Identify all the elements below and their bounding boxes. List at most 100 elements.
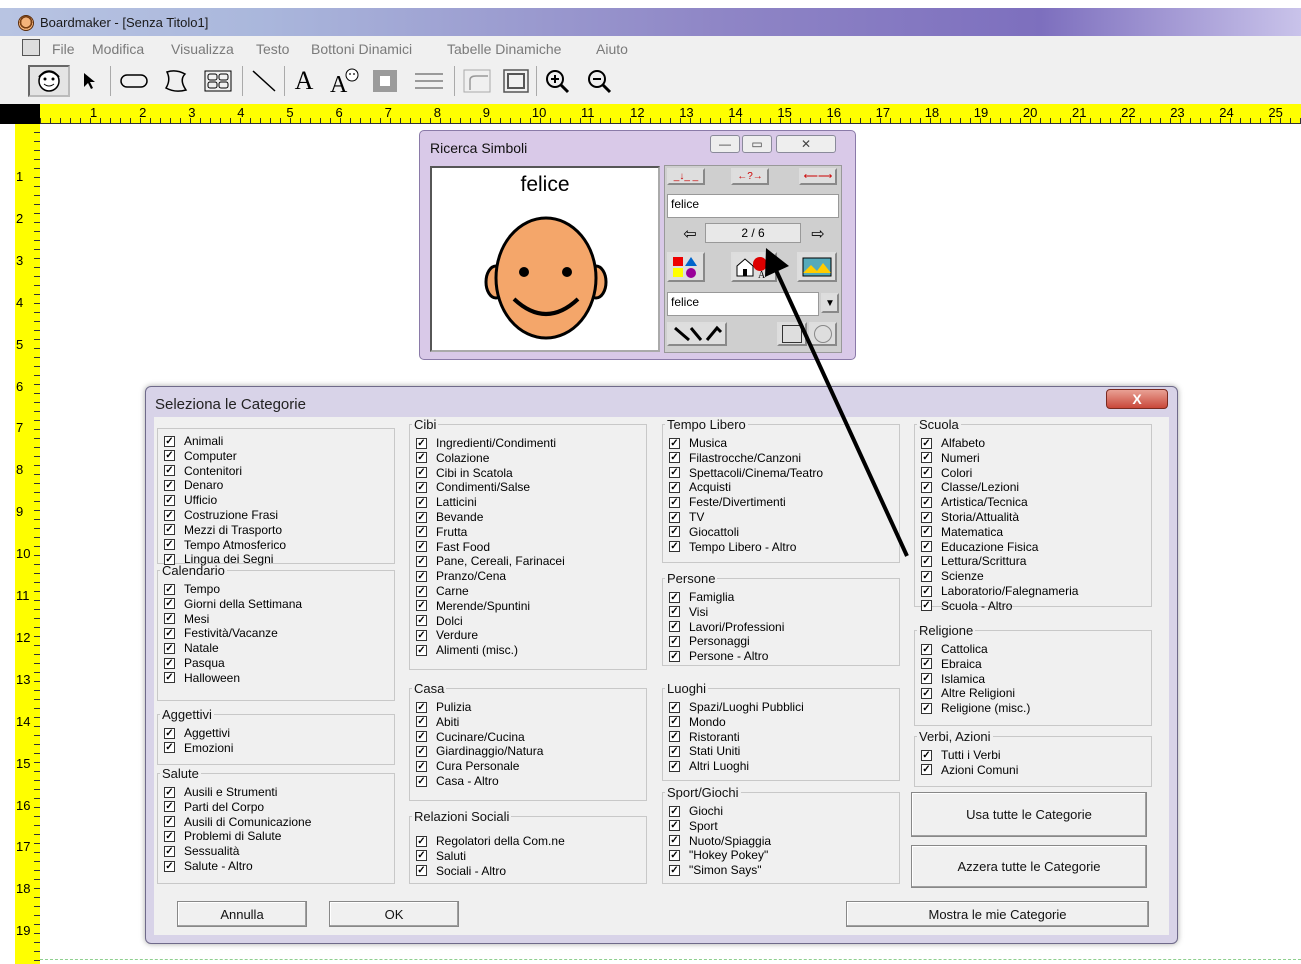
checkmark-icon[interactable]: ✓ [921, 673, 932, 685]
next-symbol-button[interactable]: ⇨ [809, 225, 827, 243]
menu-visualizza[interactable]: Visualizza [171, 41, 234, 57]
category-checkbox[interactable]: ✓ Matematica [921, 525, 1003, 539]
category-checkbox[interactable]: ✓ Islamica [921, 672, 985, 686]
checkmark-icon[interactable]: ✓ [164, 727, 175, 739]
menu-modifica[interactable]: Modifica [92, 41, 144, 57]
checkmark-icon[interactable]: ✓ [164, 450, 175, 462]
checkmark-icon[interactable]: ✓ [921, 585, 932, 597]
checkmark-icon[interactable]: ✓ [669, 760, 680, 772]
checkmark-icon[interactable]: ✓ [669, 650, 680, 662]
checkmark-icon[interactable]: ✓ [416, 452, 427, 464]
category-checkbox[interactable]: ✓ Problemi di Salute [164, 829, 281, 843]
checkmark-icon[interactable]: ✓ [164, 845, 175, 857]
category-checkbox[interactable]: ✓ Cura Personale [416, 759, 519, 773]
category-checkbox[interactable]: ✓ Salute - Altro [164, 859, 253, 873]
category-checkbox[interactable]: ✓ Famiglia [669, 590, 734, 604]
category-checkbox[interactable]: ✓ Scuola - Altro [921, 599, 1012, 613]
symbol-name-field[interactable]: felice [667, 292, 819, 316]
category-checkbox[interactable]: ✓ Verdure [416, 628, 478, 642]
category-checkbox[interactable]: ✓ Colazione [416, 451, 489, 465]
checkmark-icon[interactable]: ✓ [164, 465, 175, 477]
category-checkbox[interactable]: ✓ Artistica/Tecnica [921, 495, 1028, 509]
checkmark-icon[interactable]: ✓ [164, 509, 175, 521]
checkmark-icon[interactable]: ✓ [416, 835, 427, 847]
checkmark-icon[interactable]: ✓ [669, 835, 680, 847]
checkmark-icon[interactable]: ✓ [164, 816, 175, 828]
category-checkbox[interactable]: ✓ Tempo Atmosferico [164, 538, 286, 552]
category-checkbox[interactable]: ✓ Spazi/Luoghi Pubblici [669, 700, 804, 714]
category-checkbox[interactable]: ✓ Classe/Lezioni [921, 480, 1019, 494]
text-tool[interactable]: A [286, 65, 322, 97]
freeform-tool[interactable] [156, 65, 196, 97]
category-checkbox[interactable]: ✓ Saluti [416, 849, 466, 863]
category-checkbox[interactable]: ✓ Dolci [416, 614, 463, 628]
category-checkbox[interactable]: ✓ Personaggi [669, 634, 750, 648]
category-checkbox[interactable]: ✓ Carne [416, 584, 469, 598]
checkmark-icon[interactable]: ✓ [164, 627, 175, 639]
category-checkbox[interactable]: ✓ Condimenti/Salse [416, 480, 530, 494]
checkmark-icon[interactable]: ✓ [164, 860, 175, 872]
category-checkbox[interactable]: ✓ Costruzione Frasi [164, 508, 278, 522]
checkmark-icon[interactable]: ✓ [921, 496, 932, 508]
category-checkbox[interactable]: ✓ Giorni della Settimana [164, 597, 302, 611]
checkmark-icon[interactable]: ✓ [164, 801, 175, 813]
fill-color-tool[interactable] [368, 65, 402, 97]
category-checkbox[interactable]: ✓ Contenitori [164, 464, 242, 478]
category-checkbox[interactable]: ✓ Tutti i Verbi [921, 748, 1001, 762]
checkmark-icon[interactable]: ✓ [416, 511, 427, 523]
categories-button[interactable]: A [731, 252, 777, 282]
checkmark-icon[interactable]: ✓ [669, 621, 680, 633]
checkmark-icon[interactable]: ✓ [921, 687, 932, 699]
search-input[interactable]: felice [667, 194, 839, 218]
category-checkbox[interactable]: ✓ Cattolica [921, 642, 988, 656]
category-checkbox[interactable]: ✓ "Hokey Pokey" [669, 848, 768, 862]
category-checkbox[interactable]: ✓ TV [669, 510, 704, 524]
category-checkbox[interactable]: ✓ Pane, Cereali, Farinacei [416, 554, 565, 568]
checkmark-icon[interactable]: ✓ [921, 702, 932, 714]
category-checkbox[interactable]: ✓ Filastrocche/Canzoni [669, 451, 801, 465]
zoom-in-button[interactable] [538, 65, 576, 97]
checkmark-icon[interactable]: ✓ [669, 716, 680, 728]
checkmark-icon[interactable]: ✓ [416, 437, 427, 449]
category-checkbox[interactable]: ✓ Sessualità [164, 844, 239, 858]
category-checkbox[interactable]: ✓ "Simon Says" [669, 863, 762, 877]
checkmark-icon[interactable]: ✓ [416, 731, 427, 743]
checkmark-icon[interactable]: ✓ [416, 570, 427, 582]
checkmark-icon[interactable]: ✓ [164, 479, 175, 491]
checkmark-icon[interactable]: ✓ [416, 775, 427, 787]
checkmark-icon[interactable]: ✓ [669, 437, 680, 449]
checkmark-icon[interactable]: ✓ [416, 760, 427, 772]
checkmark-icon[interactable]: ✓ [416, 850, 427, 862]
category-checkbox[interactable]: ✓ Giochi [669, 804, 723, 818]
symbol-finder-tool[interactable] [28, 65, 70, 97]
category-checkbox[interactable]: ✓ Sociali - Altro [416, 864, 506, 878]
checkmark-icon[interactable]: ✓ [669, 526, 680, 538]
checkmark-icon[interactable]: ✓ [921, 452, 932, 464]
category-checkbox[interactable]: ✓ Musica [669, 436, 727, 450]
category-checkbox[interactable]: ✓ Tempo Libero - Altro [669, 540, 796, 554]
category-checkbox[interactable]: ✓ Altre Religioni [921, 686, 1015, 700]
category-checkbox[interactable]: ✓ Abiti [416, 715, 459, 729]
checkmark-icon[interactable]: ✓ [669, 511, 680, 523]
category-checkbox[interactable]: ✓ Lavori/Professioni [669, 620, 784, 634]
circle-frame-button[interactable] [809, 322, 837, 346]
category-checkbox[interactable]: ✓ Feste/Divertimenti [669, 495, 786, 509]
category-checkbox[interactable]: ✓ Mondo [669, 715, 726, 729]
category-checkbox[interactable]: ✓ Acquisti [669, 480, 731, 494]
category-checkbox[interactable]: ✓ Scienze [921, 569, 984, 583]
menu-bottoni-dinamici[interactable]: Bottoni Dinamici [311, 41, 412, 57]
checkmark-icon[interactable]: ✓ [669, 849, 680, 861]
previous-symbol-button[interactable]: ⇦ [681, 225, 699, 243]
checkmark-icon[interactable]: ✓ [416, 526, 427, 538]
checkmark-icon[interactable]: ✓ [921, 526, 932, 538]
category-checkbox[interactable]: ✓ Alimenti (misc.) [416, 643, 518, 657]
checkmark-icon[interactable]: ✓ [416, 467, 427, 479]
category-checkbox[interactable]: ✓ Cucinare/Cucina [416, 730, 525, 744]
document-menu-icon[interactable] [22, 39, 40, 56]
category-checkbox[interactable]: ✓ Bevande [416, 510, 483, 524]
checkmark-icon[interactable]: ✓ [416, 865, 427, 877]
category-checkbox[interactable]: ✓ Aggettivi [164, 726, 230, 740]
category-checkbox[interactable]: ✓ Ausili di Comunicazione [164, 815, 311, 829]
checkmark-icon[interactable]: ✓ [669, 820, 680, 832]
checkmark-icon[interactable]: ✓ [921, 749, 932, 761]
